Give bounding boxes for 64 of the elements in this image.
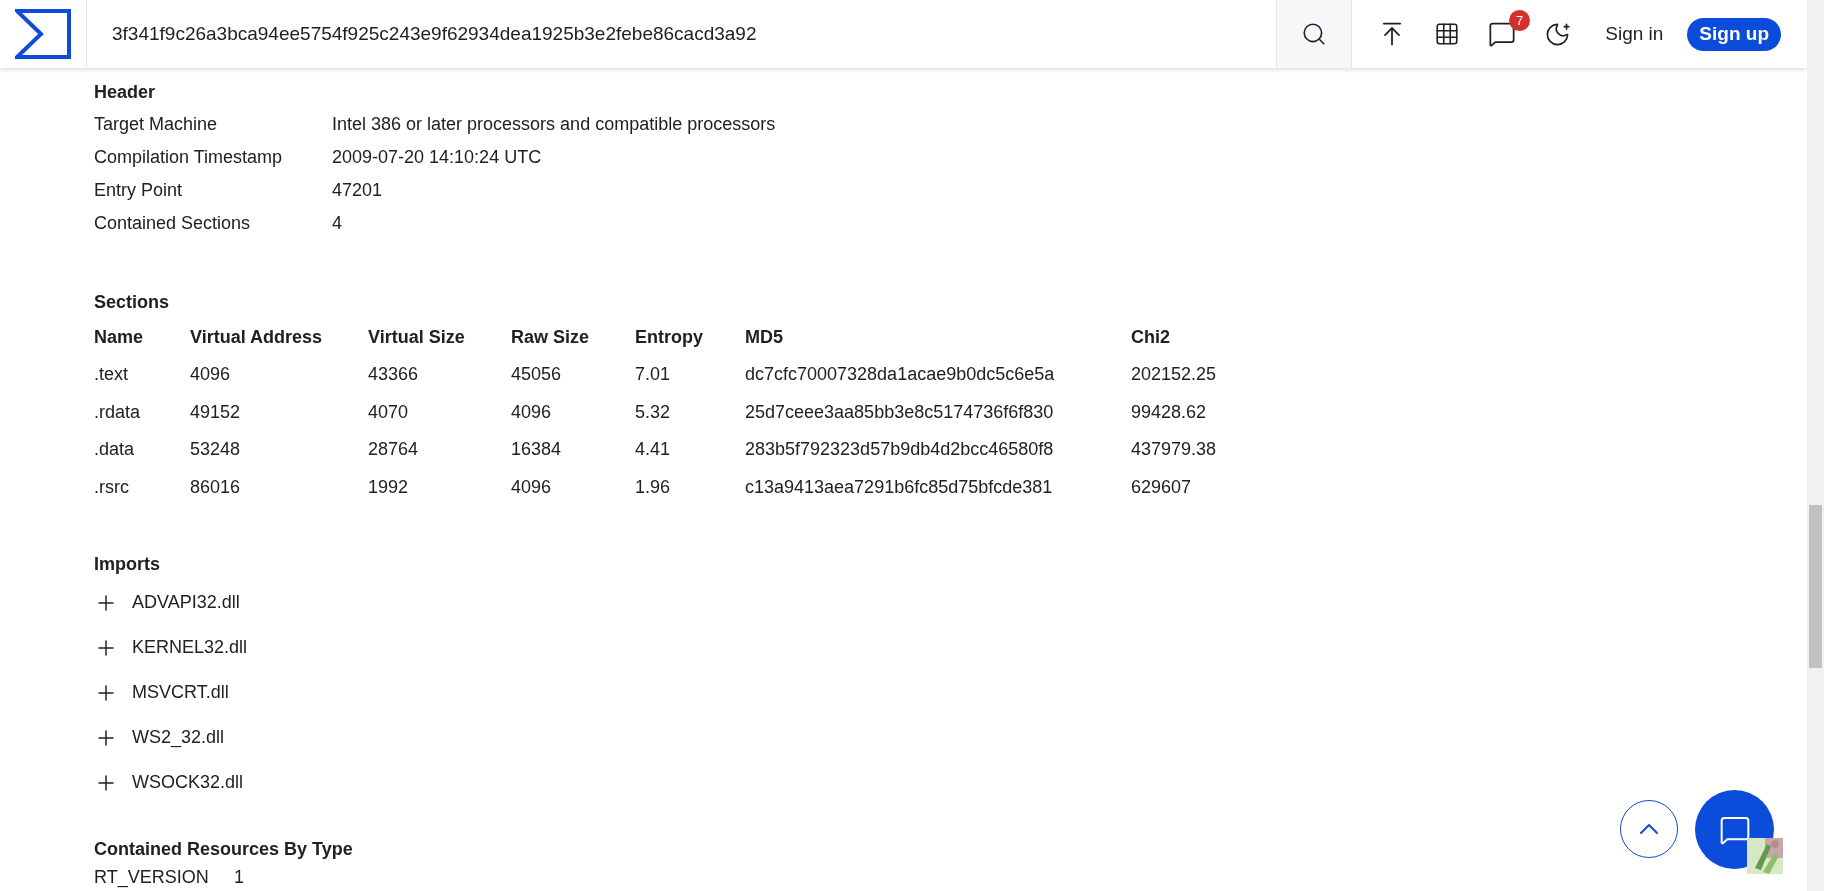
table-cell-text: 43366 [368, 363, 420, 387]
sign-in-link[interactable]: Sign in [1605, 19, 1664, 49]
column-header: Entropy [635, 325, 704, 349]
table-cell-text: 7.01 [635, 363, 672, 387]
table-cell-text: 629607 [1131, 475, 1193, 499]
search-field[interactable]: 3f341f9c26a3bca94ee5754f925c243e9f62934dea1925b3e2febe86cacd3a92 [87, 0, 1277, 68]
table-cell-text: 86016 [190, 475, 242, 499]
table-cell-text: 16384 [511, 438, 563, 462]
import-name[interactable]: ADVAPI32.dll [132, 589, 240, 616]
scrollbar[interactable] [1807, 0, 1824, 891]
import-name[interactable]: WSOCK32.dll [132, 769, 244, 796]
table-cell-text: .rsrc [94, 475, 130, 499]
table-cell-text: 4096 [190, 363, 232, 387]
table-cell-text: 4096 [511, 475, 553, 499]
chat-icon [1488, 20, 1517, 48]
column-header: Name [94, 325, 145, 349]
table-cell-text: .rdata [94, 400, 142, 424]
apps-button[interactable] [1434, 21, 1461, 47]
logo-icon[interactable] [15, 9, 71, 59]
table-cell-text: 1992 [368, 475, 410, 499]
resource-count: 1 [234, 865, 244, 889]
field-label: Contained Sections [94, 212, 252, 235]
column-header: Virtual Address [190, 325, 324, 349]
table-cell-text: c13a9413aea7291b6fc85d75bfcde381 [745, 475, 1054, 499]
table-cell-text: .text [94, 363, 129, 387]
table-cell-text: dc7cfc70007328da1acae9b0dc5c6e5a [745, 363, 1056, 387]
sign-up-button[interactable]: Sign up [1687, 17, 1781, 51]
table-cell-text: 99428.62 [1131, 400, 1208, 424]
notifications-button[interactable] [1488, 20, 1517, 48]
field-value: Intel 386 or later processors and compatible processors [332, 113, 776, 136]
resource-type: RT_VERSION [94, 865, 210, 890]
table-cell-text: 28764 [368, 438, 420, 462]
table-cell-text: 4.41 [635, 438, 672, 462]
table-cell-text: 25d7ceee3aa85bb3e8c5174736f6f830 [745, 400, 1055, 424]
table-cell-text: 4096 [511, 400, 553, 424]
section-title: Imports [94, 552, 160, 576]
section-title: Header [94, 80, 156, 104]
column-header: Raw Size [511, 325, 591, 349]
section-title: Sections [94, 290, 170, 314]
table-cell-text: 4070 [368, 400, 410, 424]
table-cell-text: 53248 [190, 438, 242, 462]
field-label: Entry Point [94, 179, 184, 202]
field-label: Compilation Timestamp [94, 146, 284, 169]
column-header: Chi2 [1131, 325, 1171, 349]
grid-icon [1434, 21, 1461, 47]
field-value: 2009-07-20 14:10:24 UTC [332, 146, 542, 169]
table-cell-text: 1.96 [635, 475, 672, 499]
field-label: Target Machine [94, 113, 219, 136]
import-name[interactable]: MSVCRT.dll [132, 679, 229, 706]
table-cell-text: 45056 [511, 363, 563, 387]
table-cell-text: 437979.38 [1131, 438, 1218, 462]
table-cell-text: 202152.25 [1131, 363, 1218, 387]
field-value: 47201 [332, 179, 383, 202]
import-name[interactable]: WS2_32.dll [132, 724, 225, 751]
section-title: Contained Resources By Type [94, 837, 353, 861]
table-cell-text: 283b5f792323d57b9db4d2bcc46580f8 [745, 438, 1055, 462]
table-cell-text: .data [94, 438, 136, 462]
notification-count: 7 [1509, 10, 1531, 31]
column-header: MD5 [745, 325, 784, 349]
table-cell-text: 5.32 [635, 400, 672, 424]
column-header: Virtual Size [368, 325, 466, 349]
table-cell-text: 49152 [190, 400, 242, 424]
field-value: 4 [332, 212, 342, 235]
import-name[interactable]: KERNEL32.dll [132, 634, 248, 661]
